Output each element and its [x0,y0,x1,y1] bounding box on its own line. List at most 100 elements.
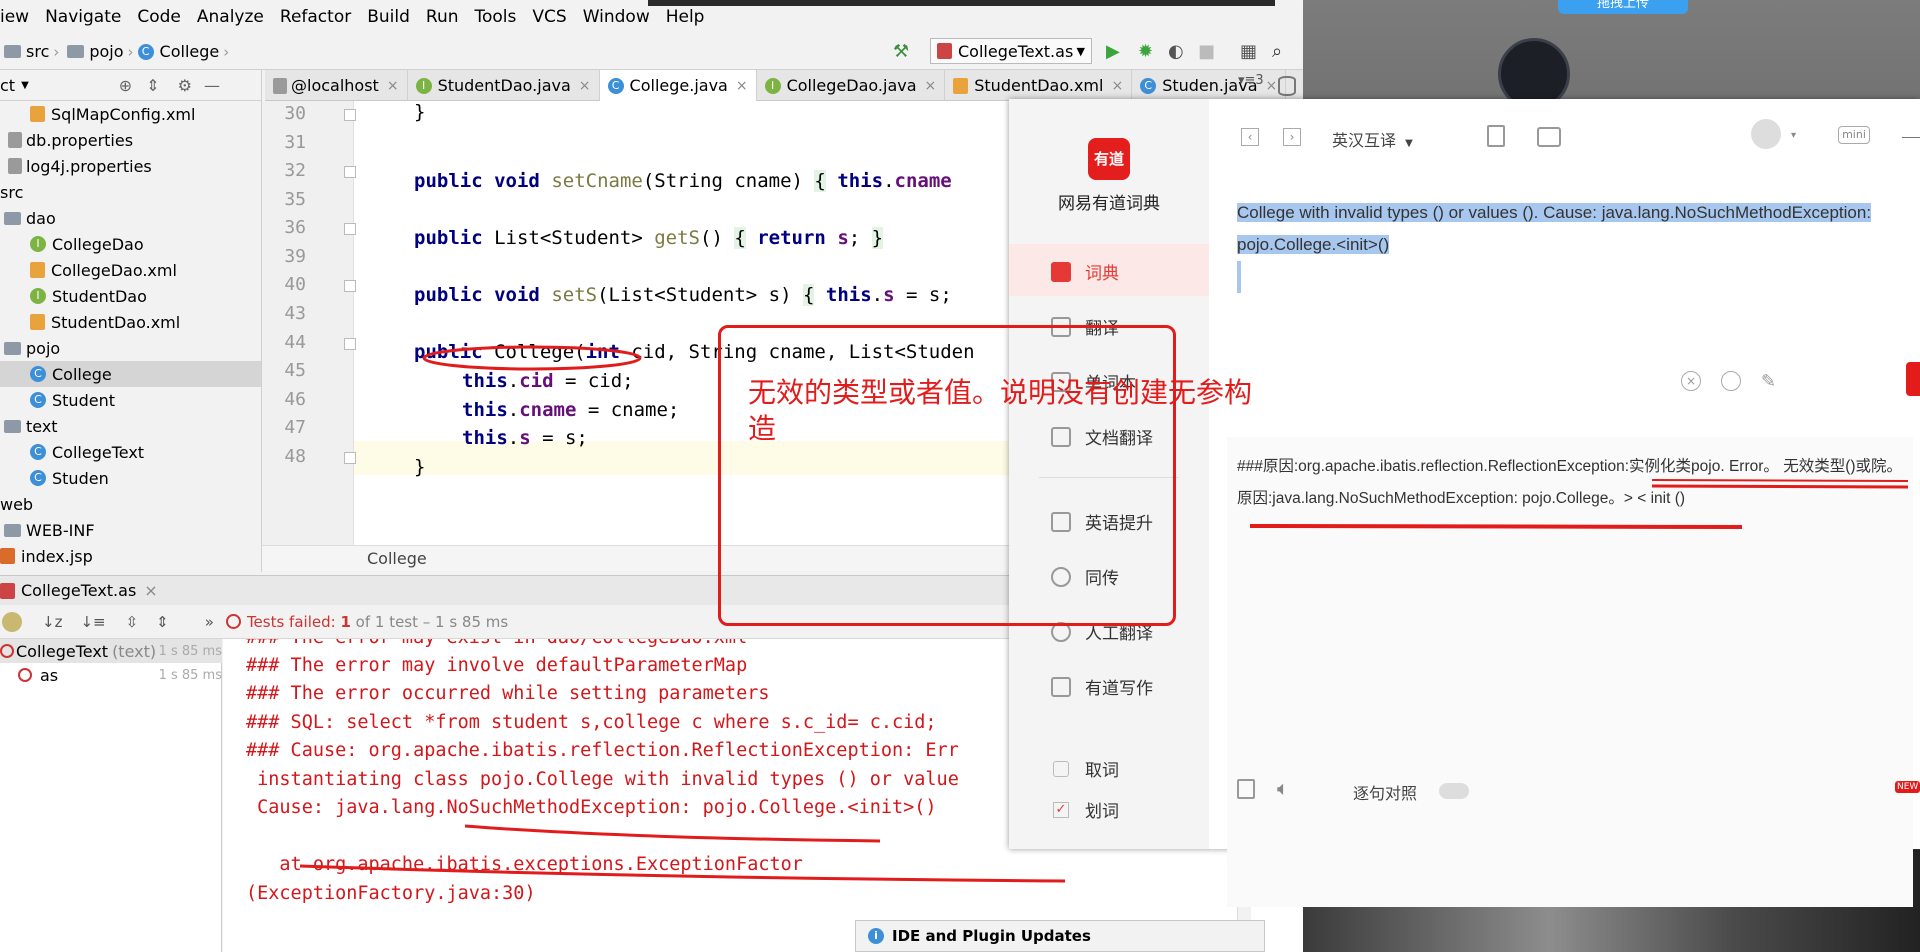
speaker-icon[interactable]: 🔈︎ [1277,776,1289,800]
run-config-select[interactable]: CollegeText.as ▼ [930,38,1092,64]
close-icon[interactable]: × [1266,78,1278,94]
project-tree-item[interactable]: dao [0,205,261,231]
forward-icon[interactable]: › [1283,128,1301,146]
menu-code[interactable]: Code [137,7,181,27]
history-icon[interactable] [1721,371,1741,391]
fold-icon[interactable] [344,223,356,235]
update-notification[interactable]: i IDE and Plugin Updates [855,920,1265,952]
editor-tab[interactable]: @localhost × [265,70,408,101]
edit-icon[interactable]: ✎ [1761,371,1776,392]
nav-college[interactable]: College [160,42,220,61]
screenshot-icon[interactable] [1537,127,1561,147]
sentence-compare-toggle[interactable] [1439,783,1469,799]
close-icon[interactable]: × [736,78,748,94]
caret-down-icon[interactable]: ▾ [1791,130,1796,141]
close-icon[interactable]: × [144,581,157,600]
fold-icon[interactable] [344,109,356,121]
dropdown-icon[interactable]: ▼ [21,80,29,91]
clear-icon[interactable]: × [1681,371,1701,391]
more-icon[interactable]: » [205,613,214,631]
hide-icon[interactable]: — [204,76,220,95]
menu-view[interactable]: iew [0,7,29,27]
project-tree-item[interactable]: C Studen [0,465,261,491]
menu-run[interactable]: Run [426,7,459,27]
sort-duration-icon[interactable]: ↓≡ [80,613,105,631]
project-tree-item[interactable]: C Student [0,387,261,413]
menu-tools[interactable]: Tools [475,7,517,27]
project-tree-item[interactable]: src [0,179,261,205]
project-tree-item[interactable]: web [0,491,261,517]
user-avatar-icon[interactable] [1751,119,1781,149]
minimize-icon[interactable] [1902,137,1920,138]
menu-vcs[interactable]: VCS [532,7,566,27]
sort-alpha-icon[interactable]: ↓z [42,613,62,631]
menu-refactor[interactable]: Refactor [280,7,351,27]
locate-icon[interactable]: ⊕ [119,76,132,95]
project-tree-item[interactable]: index.jsp [0,543,261,569]
project-tree-label: web [0,494,34,514]
back-icon[interactable]: ‹ [1241,128,1259,146]
collapse-all-icon[interactable]: ⇕ [156,613,169,631]
option-select-word[interactable]: ✓ 划词 [1051,797,1119,822]
run-icon[interactable]: ▶ [1106,41,1120,62]
tabs-overflow[interactable]: ▾≡3 [1238,73,1264,88]
nav-pojo[interactable]: pojo [89,42,123,61]
gear-icon[interactable]: ⚙ [178,76,192,95]
project-tree-item[interactable]: WEB-INF [0,517,261,543]
project-tree-item[interactable]: pojo [0,335,261,361]
project-tree-item[interactable]: C College [0,361,261,387]
dict-nav-writing[interactable]: 有道写作 [1051,674,1153,699]
fold-icon[interactable] [344,166,356,178]
test-node-root[interactable]: CollegeText (text) 1 s 85 ms [0,639,222,663]
fold-icon[interactable] [344,452,356,464]
project-tree-item[interactable]: CollegeDao.xml [0,257,261,283]
test-tree: CollegeText (text) 1 s 85 ms as 1 s 85 m… [0,639,222,952]
database-icon[interactable] [1278,76,1296,96]
close-icon[interactable]: × [579,78,591,94]
source-input[interactable]: College with invalid types () or values … [1237,197,1907,387]
coverage-icon[interactable]: ◐ [1168,41,1184,62]
project-tree-item[interactable]: I StudentDao [0,283,261,309]
hammer-icon[interactable]: ⚒ [893,41,909,62]
project-tree-item[interactable]: text [0,413,261,439]
mini-mode-button[interactable]: mini [1838,126,1870,144]
debug-icon[interactable]: ✹ [1138,41,1153,62]
test-node-as[interactable]: as 1 s 85 ms [0,663,222,687]
fold-icon[interactable] [344,338,356,350]
project-tree-item[interactable]: db.properties [0,127,261,153]
project-tree-item[interactable]: SqlMapConfig.xml [0,101,261,127]
dict-nav-dictionary[interactable]: 词典 [1051,259,1119,284]
close-icon[interactable]: × [387,78,399,94]
close-icon[interactable]: × [925,78,937,94]
tests-passed-toggle-icon[interactable] [2,611,22,632]
close-icon[interactable]: × [1111,78,1123,94]
nav-src[interactable]: src [26,42,49,61]
copy-icon[interactable] [1237,779,1255,799]
editor-tab[interactable]: I CollegeDao.java × [757,70,946,101]
option-capture-word[interactable]: 取词 [1051,756,1119,781]
editor-tab[interactable]: C College.java × [599,70,757,101]
menu-navigate[interactable]: Navigate [45,7,121,27]
project-tree-item[interactable]: C CollegeText [0,439,261,465]
menu-build[interactable]: Build [367,7,410,27]
collapse-icon[interactable]: ⇕ [146,76,159,95]
code-line-40: public void setS(List<Student> s) { this… [414,284,952,306]
upload-pill[interactable]: 拖拽上传 [1558,0,1688,14]
stop-icon[interactable]: ■ [1198,41,1215,62]
doc-icon[interactable] [1487,125,1505,147]
project-tree-item[interactable]: I CollegeDao [0,231,261,257]
translate-button[interactable] [1906,362,1920,396]
translation-mode-select[interactable]: 英汉互译 ▼ [1332,127,1413,151]
project-structure-icon[interactable]: ▦ [1240,41,1257,62]
project-tree-item[interactable]: StudentDao.xml [0,309,261,335]
editor-tab[interactable]: StudentDao.xml × [945,70,1133,101]
editor-tab[interactable]: I StudentDao.java × [408,70,600,101]
menu-help[interactable]: Help [666,7,705,27]
run-tab-label[interactable]: CollegeText.as [21,581,136,600]
search-icon[interactable]: ⌕ [1272,41,1282,62]
fold-icon[interactable] [344,280,356,292]
menu-window[interactable]: Window [583,7,650,27]
menu-analyze[interactable]: Analyze [197,7,264,27]
expand-all-icon[interactable]: ⇳ [126,613,139,631]
project-tree-item[interactable]: log4j.properties [0,153,261,179]
